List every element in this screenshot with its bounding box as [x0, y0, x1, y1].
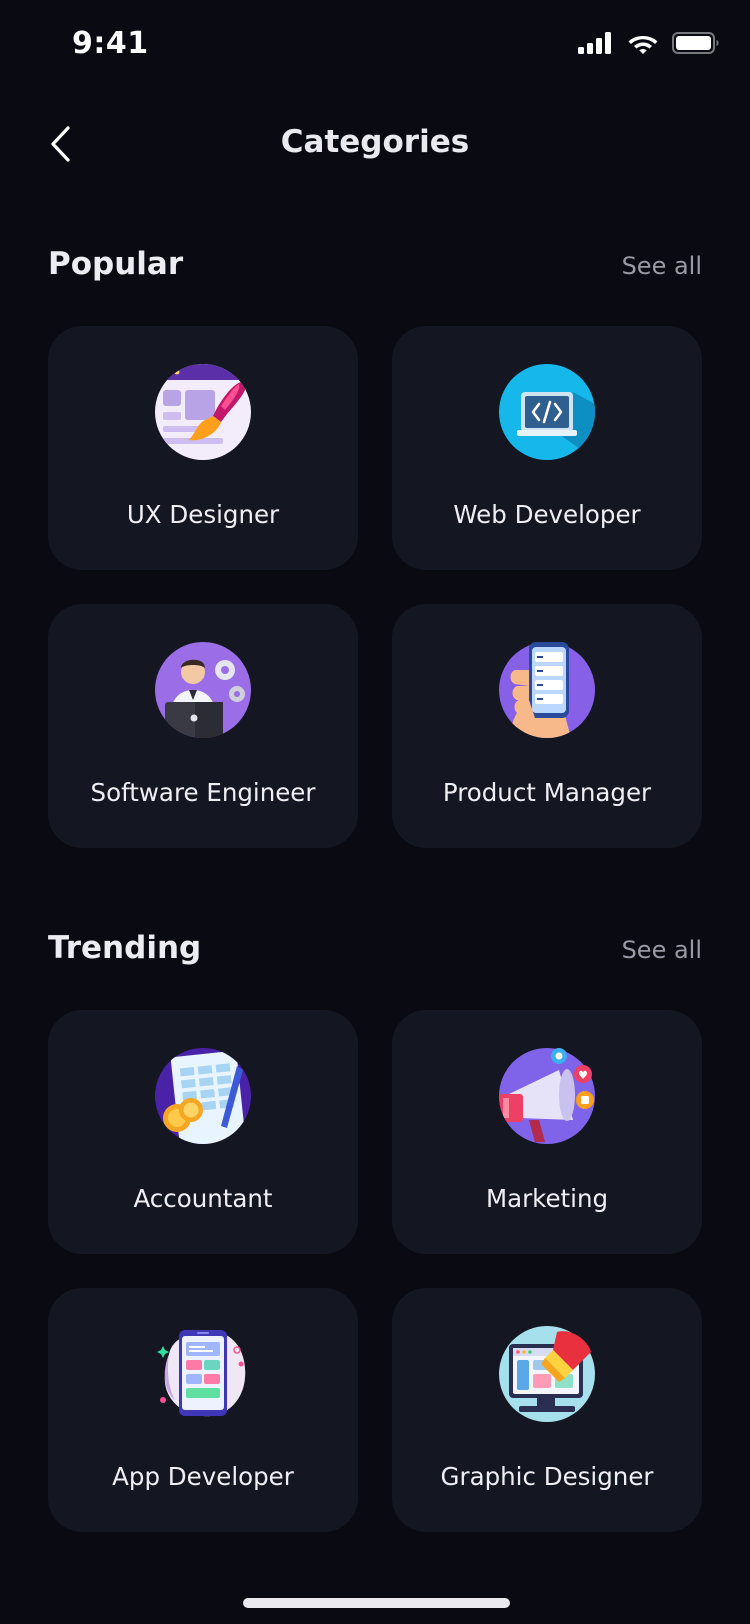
battery-icon	[672, 32, 719, 54]
category-label: UX Designer	[126, 500, 280, 529]
section-title-popular: Popular	[48, 246, 184, 282]
category-card-graphic-designer[interactable]: Graphic Designer	[392, 1288, 702, 1532]
category-card-web-developer[interactable]: Web Developer	[392, 326, 702, 570]
status-time: 9:41	[72, 26, 149, 61]
categories-screen: 9:41 Categories Popular See all UX Desig…	[0, 0, 750, 1624]
popular-section-header: Popular See all	[48, 240, 702, 290]
trending-section-header: Trending See all	[48, 924, 702, 974]
accountant-icon	[155, 1048, 251, 1144]
home-indicator[interactable]	[243, 1598, 510, 1608]
section-title-trending: Trending	[48, 930, 202, 966]
category-label: App Developer	[112, 1462, 294, 1491]
app-developer-icon	[155, 1326, 251, 1422]
category-card-software-engineer[interactable]: Software Engineer	[48, 604, 358, 848]
status-icons	[578, 32, 720, 54]
see-all-trending-link[interactable]: See all	[622, 936, 702, 964]
web-developer-icon	[499, 364, 595, 460]
wifi-icon	[628, 36, 658, 54]
category-card-ux-designer[interactable]: UX Designer	[48, 326, 358, 570]
product-manager-icon	[499, 642, 595, 738]
status-bar: 9:41	[0, 0, 750, 90]
marketing-icon	[499, 1048, 595, 1144]
category-card-product-manager[interactable]: Product Manager	[392, 604, 702, 848]
category-card-app-developer[interactable]: App Developer	[48, 1288, 358, 1532]
category-card-accountant[interactable]: Accountant	[48, 1010, 358, 1254]
graphic-designer-icon	[499, 1326, 595, 1422]
category-label: Accountant	[133, 1184, 273, 1213]
page-title: Categories	[280, 124, 470, 160]
category-label: Web Developer	[453, 500, 641, 529]
header: Categories	[0, 110, 750, 180]
category-label: Product Manager	[442, 778, 652, 807]
category-label: Marketing	[485, 1184, 609, 1213]
ux-designer-icon	[155, 364, 251, 460]
see-all-popular-link[interactable]: See all	[622, 252, 702, 280]
category-label: Software Engineer	[90, 778, 316, 807]
software-engineer-icon	[155, 642, 251, 738]
category-card-marketing[interactable]: Marketing	[392, 1010, 702, 1254]
cellular-signal-icon	[578, 32, 611, 54]
category-label: Graphic Designer	[440, 1462, 654, 1491]
